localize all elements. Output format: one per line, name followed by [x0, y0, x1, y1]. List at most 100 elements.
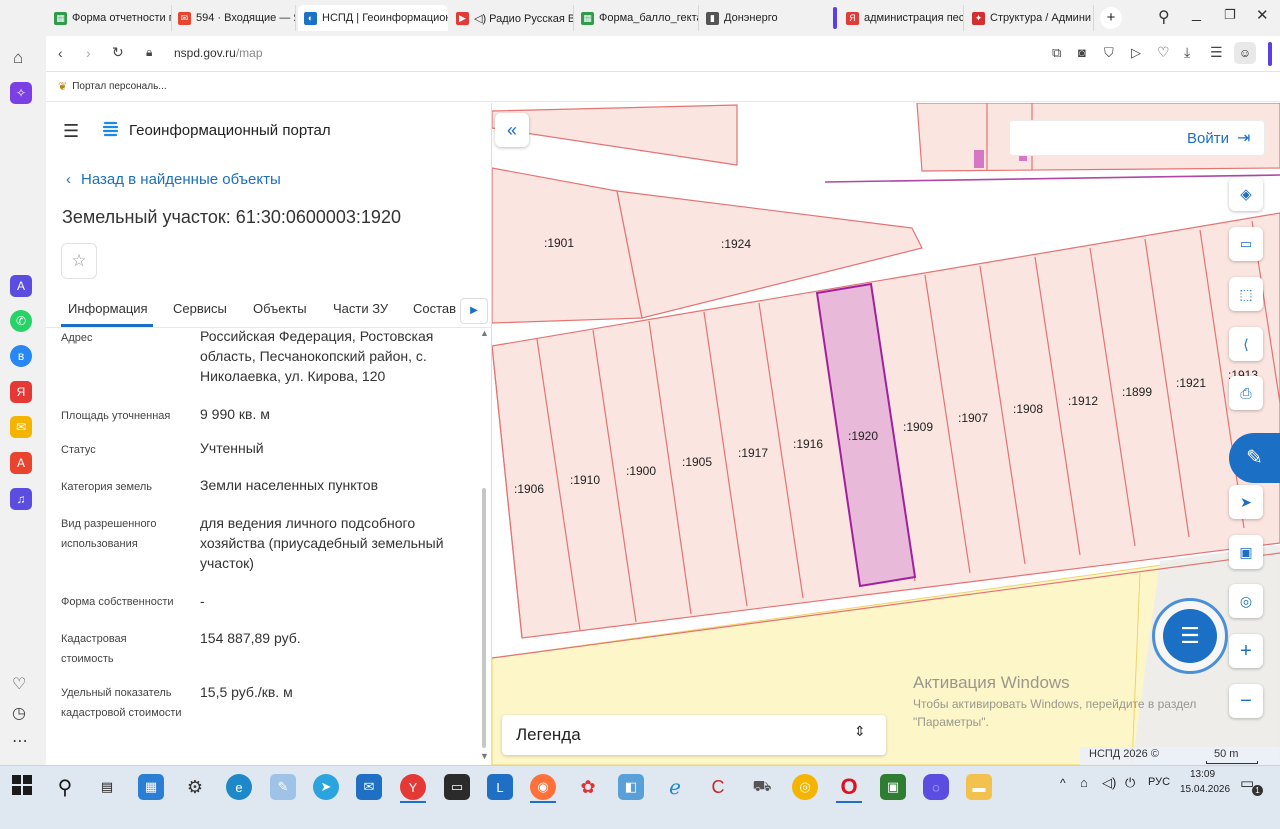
back-link[interactable]: ‹ Назад в найденные объекты [66, 171, 281, 188]
collapse-panel-button[interactable]: « [495, 113, 529, 147]
translate-icon[interactable]: A [10, 452, 32, 474]
parcel-label[interactable]: :1917 [738, 446, 768, 460]
tab-3[interactable]: ▶ ◁) Радио Русская Во [450, 5, 574, 31]
menu-icon[interactable]: ☰ [63, 121, 79, 142]
portal-title[interactable]: Геоинформационный портал [129, 122, 331, 139]
share-icon[interactable]: ⧉ [1052, 45, 1061, 61]
outlook-icon[interactable]: ✉ [356, 774, 382, 800]
print-button[interactable]: ⎙ [1229, 376, 1263, 410]
scroll-up-icon[interactable]: ▲ [480, 328, 489, 338]
download-icon[interactable]: ⤓ [1184, 44, 1190, 61]
feedback-button[interactable]: ✎ [1229, 433, 1280, 483]
more-icon[interactable]: ⋯ [12, 731, 28, 751]
app-icon[interactable]: ✎ [270, 774, 296, 800]
telegram-icon[interactable]: ➤ [313, 774, 339, 800]
shield-icon[interactable]: ⛉ [1104, 45, 1114, 61]
parcel-label-selected[interactable]: :1920 [848, 429, 878, 443]
aria-app-icon[interactable]: A [10, 275, 32, 297]
chrome-icon[interactable]: ◎ [792, 774, 818, 800]
tab-6[interactable]: Яадминистрация пес [840, 5, 964, 31]
app-icon[interactable]: L [487, 774, 513, 800]
parcel-label[interactable]: :1899 [1122, 385, 1152, 399]
parcel-label[interactable]: :1916 [793, 437, 823, 451]
chat-button[interactable]: ☰ [1152, 598, 1228, 674]
scroll-down-icon[interactable]: ▼ [480, 751, 489, 761]
app-icon[interactable]: ⛟ [749, 774, 775, 800]
bookmark-item[interactable]: ❦ Портал персональ... [58, 80, 167, 93]
profile-icon[interactable]: ☺ [1234, 42, 1256, 64]
start-icon[interactable] [12, 775, 32, 795]
app-icon[interactable]: ▣ [880, 774, 906, 800]
task-view-icon[interactable]: ▤ [94, 774, 120, 800]
parcel-label[interactable]: :1910 [570, 473, 600, 487]
search-icon[interactable]: ⚲ [52, 774, 78, 800]
parcel-label[interactable]: :1909 [903, 420, 933, 434]
tab-parts[interactable]: Части ЗУ [333, 301, 388, 316]
search-tabs-icon[interactable]: ⚲ [1158, 7, 1170, 27]
ie-icon[interactable]: ℯ [662, 774, 688, 800]
power-icon[interactable]: ⏻ [1125, 775, 1135, 791]
tab-composition[interactable]: Состав [413, 301, 456, 316]
select-area-button[interactable]: ⬚ [1229, 277, 1263, 311]
vk-icon[interactable]: в [10, 345, 32, 367]
tab-services[interactable]: Сервисы [173, 301, 227, 316]
panel-scrollbar[interactable] [482, 488, 486, 748]
parcel-label[interactable]: :1901 [544, 236, 574, 250]
back-icon[interactable]: ‹ [58, 45, 63, 61]
send-icon[interactable]: ▷ [1131, 45, 1141, 61]
parcel-label[interactable]: :1900 [626, 464, 656, 478]
new-tab-icon[interactable]: + [1100, 7, 1122, 29]
tray-chevron-icon[interactable]: ^ [1060, 776, 1066, 790]
file-explorer-icon[interactable]: ▬ [966, 774, 992, 800]
firefox-icon[interactable]: ◉ [530, 774, 556, 800]
app-icon[interactable]: ◌ [923, 774, 949, 800]
clock-date[interactable]: 15.04.2026 [1180, 784, 1230, 795]
tab-0[interactable]: ▦ Форма отчетности п [48, 5, 172, 31]
parcel-label[interactable]: :1907 [958, 411, 988, 425]
parcel-label[interactable]: :1924 [721, 237, 751, 251]
tab-2[interactable]: ◐ НСПД | Геоинформацион [298, 5, 448, 31]
parcel-label[interactable]: :1912 [1068, 394, 1098, 408]
parcel-label[interactable]: :1906 [514, 482, 544, 496]
tab-7[interactable]: ✦ Структура / Админи [966, 5, 1094, 31]
settings-icon[interactable]: ⚙ [182, 774, 208, 800]
forward-icon[interactable]: › [86, 45, 91, 61]
zoom-in-button[interactable]: + [1229, 634, 1263, 668]
aria-icon[interactable]: ✧ [10, 82, 32, 104]
parcel-label[interactable]: :1905 [682, 455, 712, 469]
camera-icon[interactable]: ◙ [1078, 45, 1086, 60]
clock-time[interactable]: 13:09 [1190, 769, 1215, 780]
url-field[interactable]: nspd.gov.ru/map [174, 46, 263, 60]
parcel-label[interactable]: :1908 [1013, 402, 1043, 416]
legend-dropdown[interactable]: Легенда ⇕ [502, 715, 886, 755]
geolocation-button[interactable]: ◎ [1229, 584, 1263, 618]
opera-icon[interactable]: O [836, 774, 862, 800]
ruler-button[interactable]: ▭ [1229, 227, 1263, 261]
yandex-icon[interactable]: Я [10, 381, 32, 403]
language-indicator[interactable]: РУС [1148, 776, 1170, 788]
app-icon[interactable]: ◧ [618, 774, 644, 800]
share-button[interactable]: ⟨ [1229, 327, 1263, 361]
history-icon[interactable]: ◷ [12, 703, 26, 723]
mail-icon[interactable]: ✉ [10, 416, 32, 438]
locate-button[interactable]: ➤ [1229, 485, 1263, 519]
app-icon[interactable]: C [705, 774, 731, 800]
whatsapp-icon[interactable]: ✆ [10, 310, 32, 332]
tab-objects[interactable]: Объекты [253, 301, 307, 316]
tab-5[interactable]: ▮ Донэнерго [700, 5, 824, 31]
volume-icon[interactable]: ◁) [1102, 775, 1116, 791]
network-icon[interactable]: ⌂ [1080, 775, 1088, 790]
map-view[interactable]: :1901 :1924 :1906 :1910 :1900 :1905 :191… [492, 103, 1280, 765]
login-button[interactable]: Войти ⇥ [1009, 120, 1265, 156]
minimap-button[interactable]: ▣ [1229, 535, 1263, 569]
edge-icon[interactable]: e [226, 774, 252, 800]
favorite-icon[interactable]: ♡ [1157, 44, 1170, 61]
layers-button[interactable]: ◈ [1229, 177, 1263, 211]
minimize-icon[interactable]: _ [1192, 5, 1201, 23]
terminal-icon[interactable]: ▭ [444, 774, 470, 800]
app-icon[interactable]: ✿ [575, 774, 601, 800]
favorite-button[interactable]: ☆ [61, 243, 97, 279]
easy-setup-icon[interactable]: ☰ [1210, 44, 1223, 61]
restore-icon[interactable]: ❐ [1224, 7, 1236, 23]
home-icon[interactable]: ⌂ [13, 48, 33, 68]
